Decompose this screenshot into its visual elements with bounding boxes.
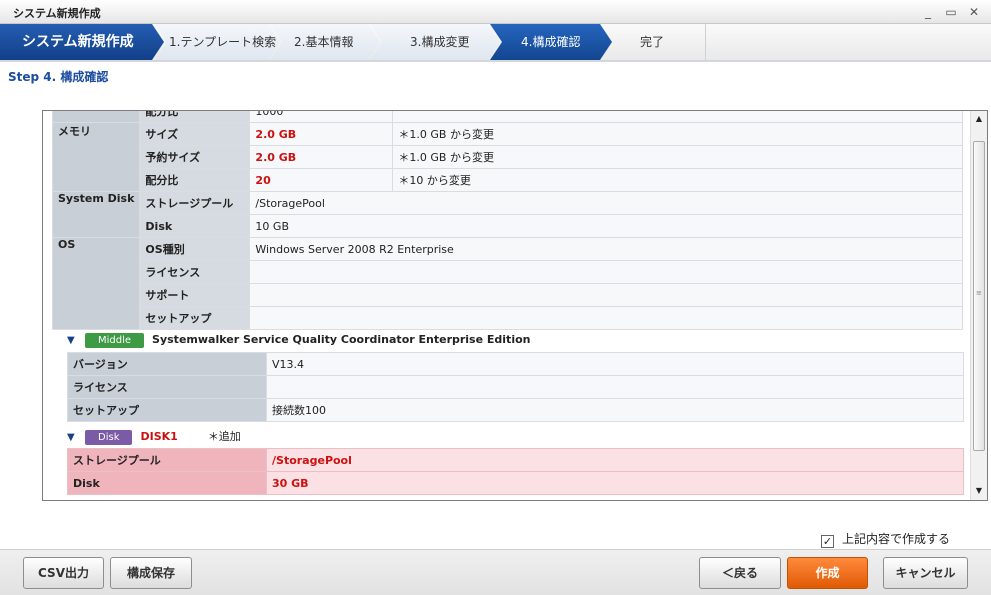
row-label: 配分比 <box>139 168 251 192</box>
row-value: 1000 <box>249 111 394 123</box>
row-value: /StoragePool <box>249 191 964 215</box>
csv-export-button[interactable]: CSV出力 <box>23 557 104 589</box>
row-value: 30 GB <box>266 471 964 495</box>
collapse-triangle-icon[interactable]: ▼ <box>67 331 81 351</box>
disk-table: ストレージプール /StoragePool Disk 30 GB <box>67 448 964 495</box>
server-config-table: 配分比 1000 メモリ サイズ 2.0 GB ＊1.0 GB から変更 予約サ… <box>51 111 964 330</box>
table-row: 予約サイズ 2.0 GB ＊1.0 GB から変更 <box>53 145 964 169</box>
confirm-checkbox[interactable]: ✓ <box>821 535 834 548</box>
row-value: V13.4 <box>266 352 964 376</box>
content-area: Step 4. 構成確認 配分比 1000 メモリ サイズ 2.0 GB ＊1.… <box>0 61 991 549</box>
table-row: セットアップ 接続数100 <box>67 398 964 422</box>
step-title: Step 4. 構成確認 <box>8 70 109 84</box>
step-config-change: 3.構成変更 <box>370 24 500 60</box>
step-complete: 完了 <box>640 35 665 49</box>
row-note: ＊1.0 GB から変更 <box>392 145 964 169</box>
steps-divider <box>705 24 706 60</box>
row-label: サポート <box>139 283 251 307</box>
group-cell-os: OS <box>51 237 141 330</box>
row-value: 10 GB <box>249 214 964 238</box>
scrollbar-thumb[interactable]: ≡ <box>973 141 985 451</box>
row-note: ＊1.0 GB から変更 <box>392 122 964 146</box>
table-row: メモリ サイズ 2.0 GB ＊1.0 GB から変更 <box>51 122 964 192</box>
confirm-label: 上記内容で作成する <box>842 532 951 546</box>
table-row: Disk 10 GB <box>53 214 964 238</box>
row-label: Disk <box>139 214 251 238</box>
middle-table: バージョン V13.4 ライセンス セットアップ 接続数100 <box>67 352 964 422</box>
group-cell <box>51 111 141 123</box>
confirm-create-option[interactable]: ✓ 上記内容で作成する <box>821 530 950 548</box>
row-value: 2.0 GB <box>249 145 394 169</box>
wizard-steps: システム新規作成 1.テンプレート検索 2.基本情報 3.構成変更 4.構成確認… <box>0 24 991 61</box>
cancel-button[interactable]: キャンセル <box>883 557 968 589</box>
row-label: セットアップ <box>139 306 251 330</box>
vertical-scrollbar[interactable]: ▲ ≡ ▼ <box>970 111 987 500</box>
table-row: バージョン V13.4 <box>67 352 964 376</box>
table-row: 配分比 20 ＊10 から変更 <box>53 168 964 192</box>
save-config-button[interactable]: 構成保存 <box>110 557 192 589</box>
row-label: 配分比 <box>139 111 251 123</box>
back-button[interactable]: ＜戻る <box>699 557 781 589</box>
row-label: サイズ <box>139 122 251 146</box>
config-scroll-panel[interactable]: 配分比 1000 メモリ サイズ 2.0 GB ＊1.0 GB から変更 予約サ… <box>42 110 988 501</box>
row-label: ライセンス <box>67 375 267 399</box>
scroll-grip-icon: ≡ <box>976 289 982 297</box>
row-note <box>392 111 964 123</box>
row-label: ストレージプール <box>139 191 251 215</box>
table-row: System Disk ストレージプール /StoragePool <box>51 191 964 238</box>
collapse-triangle-icon[interactable]: ▼ <box>67 428 81 448</box>
restore-icon[interactable]: ▭ <box>943 4 959 20</box>
row-value: /StoragePool <box>266 448 964 472</box>
table-row: セットアップ <box>53 306 964 330</box>
row-label: ライセンス <box>139 260 251 284</box>
footer-bar: CSV出力 構成保存 ＜戻る 作成 キャンセル <box>0 549 991 595</box>
step-config-confirm: 4.構成確認 <box>490 24 612 60</box>
table-row: OS OS種別 Windows Server 2008 R2 Enterpris… <box>51 237 964 330</box>
row-value <box>249 260 964 284</box>
scroll-up-icon[interactable]: ▲ <box>972 112 986 126</box>
table-row: ストレージプール /StoragePool <box>67 448 964 472</box>
wizard-title: システム新規作成 <box>0 24 164 60</box>
row-value: 2.0 GB <box>249 122 394 146</box>
group-cell-memory: メモリ <box>51 122 141 192</box>
window-titlebar: システム新規作成 _ ▭ ✕ <box>0 0 991 24</box>
row-value <box>266 375 964 399</box>
group-cell-system-disk: System Disk <box>51 191 141 238</box>
row-value: Windows Server 2008 R2 Enterprise <box>249 237 964 261</box>
row-value: 20 <box>249 168 394 192</box>
row-value: 接続数100 <box>266 398 964 422</box>
disk-badge: Disk <box>85 430 133 445</box>
middle-section-header[interactable]: ▼ Middle Systemwalker Service Quality Coor… <box>67 330 530 350</box>
row-value <box>249 283 964 307</box>
row-label: Disk <box>67 471 267 495</box>
table-row: 配分比 1000 <box>51 111 964 123</box>
close-icon[interactable]: ✕ <box>966 4 982 20</box>
row-note: ＊10 から変更 <box>392 168 964 192</box>
create-button[interactable]: 作成 <box>787 557 868 589</box>
minimize-icon[interactable]: _ <box>920 4 936 20</box>
row-label: 予約サイズ <box>139 145 251 169</box>
disk-section-header[interactable]: ▼ Disk DISK1 ＊追加 <box>67 427 241 447</box>
step-template-search: 1.テンプレート検索 <box>155 24 280 60</box>
row-label: バージョン <box>67 352 267 376</box>
middle-badge: Middle <box>85 333 145 348</box>
row-value <box>249 306 964 330</box>
scroll-down-icon[interactable]: ▼ <box>972 484 986 498</box>
step-basic-info: 2.基本情報 <box>270 24 380 60</box>
disk-name: DISK1 <box>140 430 178 443</box>
middle-product-name: Systemwalker Service Quality Coordinator… <box>152 333 531 346</box>
disk-added-note: ＊追加 <box>207 430 241 443</box>
table-row: ライセンス <box>67 375 964 399</box>
window-title: システム新規作成 <box>13 7 101 20</box>
table-row: ライセンス <box>53 260 964 284</box>
table-row: Disk 30 GB <box>67 471 964 495</box>
row-label: ストレージプール <box>67 448 267 472</box>
table-row: サポート <box>53 283 964 307</box>
row-label: OS種別 <box>139 237 251 261</box>
row-label: セットアップ <box>67 398 267 422</box>
